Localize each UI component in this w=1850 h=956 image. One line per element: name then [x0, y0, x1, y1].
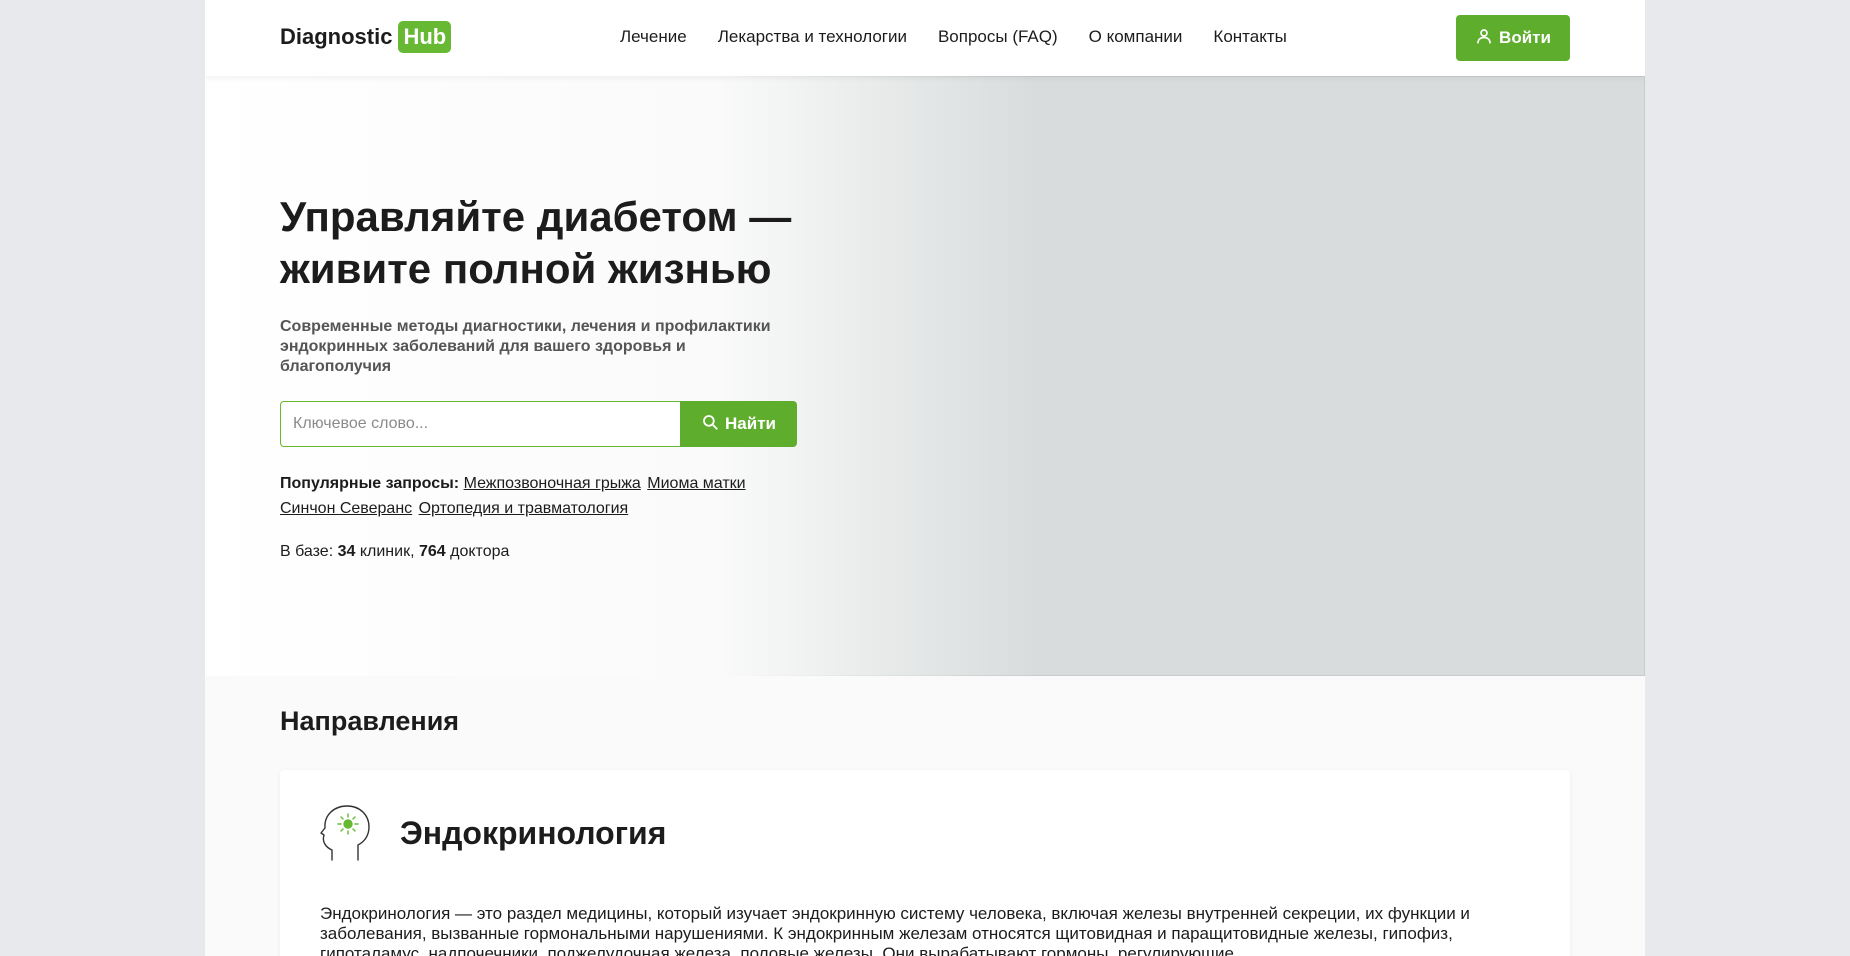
card-title: Эндокринология: [400, 815, 667, 851]
directions-section: Направления Эндокринология Эндокринологи…: [205, 676, 1645, 956]
nav-item-about[interactable]: О компании: [1089, 27, 1183, 47]
page: Diagnostic Hub Лечение Лекарства и техно…: [205, 0, 1645, 956]
popular-link[interactable]: Ортопедия и травматология: [419, 500, 629, 517]
popular-link[interactable]: Миома матки: [647, 475, 745, 492]
site-header: Diagnostic Hub Лечение Лекарства и техно…: [205, 0, 1645, 76]
head-brain-icon: [318, 800, 374, 862]
card-text: Эндокринология — это раздел медицины, ко…: [320, 904, 1470, 956]
section-title: Направления: [280, 706, 460, 736]
logo-text: Diagnostic: [280, 24, 393, 49]
search-icon: [701, 413, 719, 436]
hero-section: Управляйте диабетом — живите полной жизн…: [205, 76, 1645, 676]
clinics-word: клиник,: [359, 543, 415, 560]
nav-item-faq[interactable]: Вопросы (FAQ): [938, 27, 1058, 47]
doctors-word: доктора: [450, 543, 510, 560]
popular-link[interactable]: Синчон Северанс: [280, 500, 412, 517]
doctors-count: 764: [418, 543, 446, 560]
nav-item-drugs-tech[interactable]: Лекарства и технологии: [718, 27, 907, 47]
database-stats: В базе: 34 клиник, 764 доктора: [280, 543, 509, 561]
logo[interactable]: Diagnostic Hub: [280, 21, 452, 53]
popular-queries: Популярные запросы: Межпозвоночная грыжа…: [280, 471, 800, 521]
login-label: Войти: [1499, 28, 1551, 47]
search-form: Найти: [280, 401, 797, 447]
nav-item-treatment[interactable]: Лечение: [620, 27, 687, 47]
main-nav: Лечение Лекарства и технологии Вопросы (…: [620, 27, 1287, 47]
popular-label: Популярные запросы:: [280, 475, 460, 492]
search-button[interactable]: Найти: [680, 401, 797, 447]
search-input[interactable]: [280, 401, 680, 447]
nav-item-contacts[interactable]: Контакты: [1213, 27, 1286, 47]
stats-prefix: В базе:: [280, 543, 334, 560]
direction-card-endocrinology[interactable]: Эндокринология Эндокринология — это разд…: [280, 770, 1570, 956]
user-icon: [1475, 27, 1493, 50]
clinics-count: 34: [337, 543, 356, 560]
login-button[interactable]: Войти: [1456, 15, 1570, 61]
hero-subtitle: Современные методы диагностики, лечения …: [280, 318, 771, 375]
hero-title: Управляйте диабетом — живите полной жизн…: [280, 193, 792, 292]
popular-link[interactable]: Межпозвоночная грыжа: [464, 475, 641, 492]
logo-badge: Hub: [398, 21, 452, 53]
search-button-label: Найти: [725, 414, 776, 433]
